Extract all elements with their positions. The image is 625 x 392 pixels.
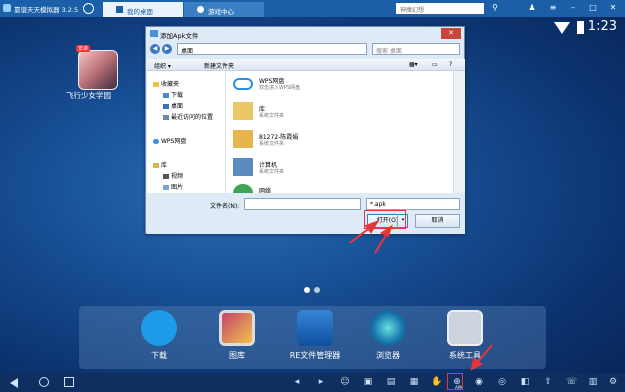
annotation-arrows (349, 220, 493, 371)
arrow-head (380, 224, 393, 238)
